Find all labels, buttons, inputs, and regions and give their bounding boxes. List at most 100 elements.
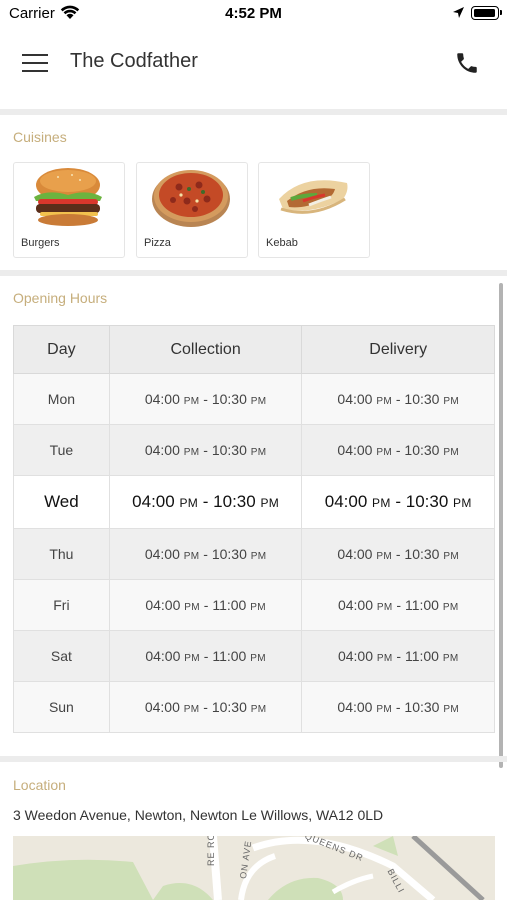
location-map[interactable]: QUEENS DR RE ROAD ON AVE BILLI <box>13 836 495 900</box>
time-value: 04:00 <box>337 442 373 458</box>
day-cell: Fri <box>13 579 110 631</box>
hours-row-fri: Fri 04:00 PM - 11:00 PM 04:00 PM - 11:00 P… <box>13 579 495 631</box>
status-bar: Carrier 4:52 PM <box>0 0 507 28</box>
time-value: 10:30 <box>405 492 449 511</box>
ampm-label: PM <box>183 447 200 458</box>
phone-icon[interactable] <box>454 50 480 76</box>
cuisines-heading: Cuisines <box>13 129 67 145</box>
collection-cell: 04:00 PM - 10:30 PM <box>108 528 303 580</box>
ampm-label: PM <box>442 602 459 613</box>
cuisine-name: Burgers <box>21 237 60 249</box>
ampm-label: PM <box>442 653 459 664</box>
location-arrow-icon <box>453 7 464 18</box>
cuisine-card-pizza[interactable]: Pizza <box>136 162 248 258</box>
time-value: 04:00 <box>144 442 180 458</box>
delivery-cell: 04:00 PM - 10:30 PM <box>301 424 495 476</box>
hours-row-mon: Mon 04:00 PM - 10:30 PM 04:00 PM - 10:30 P… <box>13 373 495 425</box>
delivery-cell: 04:00 PM - 10:30 PM <box>301 681 495 733</box>
time-value: 04:00 <box>337 597 373 613</box>
ampm-label: PM <box>376 602 393 613</box>
time-value: 04:00 <box>144 391 180 407</box>
location-heading: Location <box>13 777 66 793</box>
collection-cell: 04:00 PM - 10:30 PM <box>108 475 303 529</box>
opening-hours-table: Day Collection Delivery Mon 04:00 PM - 10… <box>13 325 495 733</box>
ampm-label: PM <box>260 496 280 510</box>
hours-row-wed: Wed 04:00 PM - 10:30 PM 04:00 PM - 10:30 P… <box>13 475 495 529</box>
map-graphic <box>13 836 495 900</box>
time-value: 10:30 <box>213 492 256 511</box>
collection-cell: 04:00 PM - 10:30 PM <box>108 373 303 425</box>
delivery-cell: 04:00 PM - 11:00 PM <box>301 579 495 631</box>
status-time: 4:52 PM <box>225 5 282 22</box>
pizza-image <box>152 170 230 227</box>
scrollbar[interactable] <box>499 283 503 768</box>
hours-body: Mon 04:00 PM - 10:30 PM 04:00 PM - 10:30 P… <box>13 373 495 733</box>
day-cell: Sun <box>13 681 110 733</box>
section-divider <box>0 756 507 762</box>
collection-cell: 04:00 PM - 11:00 PM <box>108 579 303 631</box>
day-cell: Tue <box>13 424 110 476</box>
time-value: 10:30 <box>211 699 247 715</box>
time-value: 04:00 <box>324 492 368 511</box>
ampm-label: PM <box>443 396 459 407</box>
ampm-label: PM <box>443 551 459 562</box>
ampm-label: PM <box>376 653 393 664</box>
header-delivery: Delivery <box>301 325 495 374</box>
time-value: 04:00 <box>337 546 373 562</box>
ampm-label: PM <box>183 551 200 562</box>
time-value: 04:00 <box>337 391 373 407</box>
time-value: 04:00 <box>132 492 175 511</box>
day-cell: Mon <box>13 373 110 425</box>
map-label-road: RE ROAD <box>206 836 216 866</box>
delivery-cell: 04:00 PM - 10:30 PM <box>301 373 495 425</box>
ampm-label: PM <box>376 704 392 715</box>
header-collection: Collection <box>108 325 303 374</box>
day-cell: Sat <box>13 630 110 682</box>
time-value: 11:00 <box>404 648 439 664</box>
opening-hours-heading: Opening Hours <box>13 290 108 306</box>
ampm-label: PM <box>184 653 200 664</box>
ampm-label: PM <box>250 447 267 458</box>
time-value: 04:00 <box>337 699 373 715</box>
delivery-cell: 04:00 PM - 10:30 PM <box>301 475 495 529</box>
cuisine-card-kebab[interactable]: Kebab <box>258 162 370 258</box>
time-value: 11:00 <box>212 648 247 664</box>
ampm-label: PM <box>443 704 459 715</box>
burger-image <box>34 168 102 226</box>
section-divider <box>0 270 507 276</box>
ampm-label: PM <box>250 602 266 613</box>
cuisine-card-burgers[interactable]: Burgers <box>13 162 125 258</box>
collection-cell: 04:00 PM - 10:30 PM <box>108 424 303 476</box>
cuisine-name: Pizza <box>144 237 171 249</box>
ampm-label: PM <box>376 396 392 407</box>
time-value: 04:00 <box>337 648 373 664</box>
ampm-label: PM <box>250 551 267 562</box>
ampm-label: PM <box>250 653 266 664</box>
time-value: 10:30 <box>404 699 440 715</box>
ampm-label: PM <box>183 704 200 715</box>
time-value: 11:00 <box>404 597 439 613</box>
delivery-cell: 04:00 PM - 10:30 PM <box>301 528 495 580</box>
hours-row-thu: Thu 04:00 PM - 10:30 PM 04:00 PM - 10:30 P… <box>13 528 495 580</box>
section-divider <box>0 109 507 115</box>
ampm-label: PM <box>443 447 459 458</box>
ampm-label: PM <box>184 602 200 613</box>
time-value: 10:30 <box>211 546 247 562</box>
time-value: 04:00 <box>145 597 181 613</box>
page-title: The Codfather <box>70 50 198 72</box>
ampm-label: PM <box>250 396 267 407</box>
time-value: 10:30 <box>404 442 440 458</box>
collection-cell: 04:00 PM - 11:00 PM <box>108 630 303 682</box>
time-value: 04:00 <box>144 699 180 715</box>
hours-row-sun: Sun 04:00 PM - 10:30 PM 04:00 PM - 10:30 P… <box>13 681 495 733</box>
hamburger-menu-icon[interactable] <box>22 52 48 72</box>
time-value: 11:00 <box>212 597 247 613</box>
time-value: 10:30 <box>211 391 247 407</box>
delivery-cell: 04:00 PM - 11:00 PM <box>301 630 495 682</box>
day-cell: Wed <box>13 475 110 529</box>
ampm-label: PM <box>250 704 267 715</box>
day-cell: Thu <box>13 528 110 580</box>
battery-icon <box>471 6 502 20</box>
hours-row-sat: Sat 04:00 PM - 11:00 PM 04:00 PM - 11:00 P… <box>13 630 495 682</box>
ampm-label: PM <box>372 496 391 510</box>
